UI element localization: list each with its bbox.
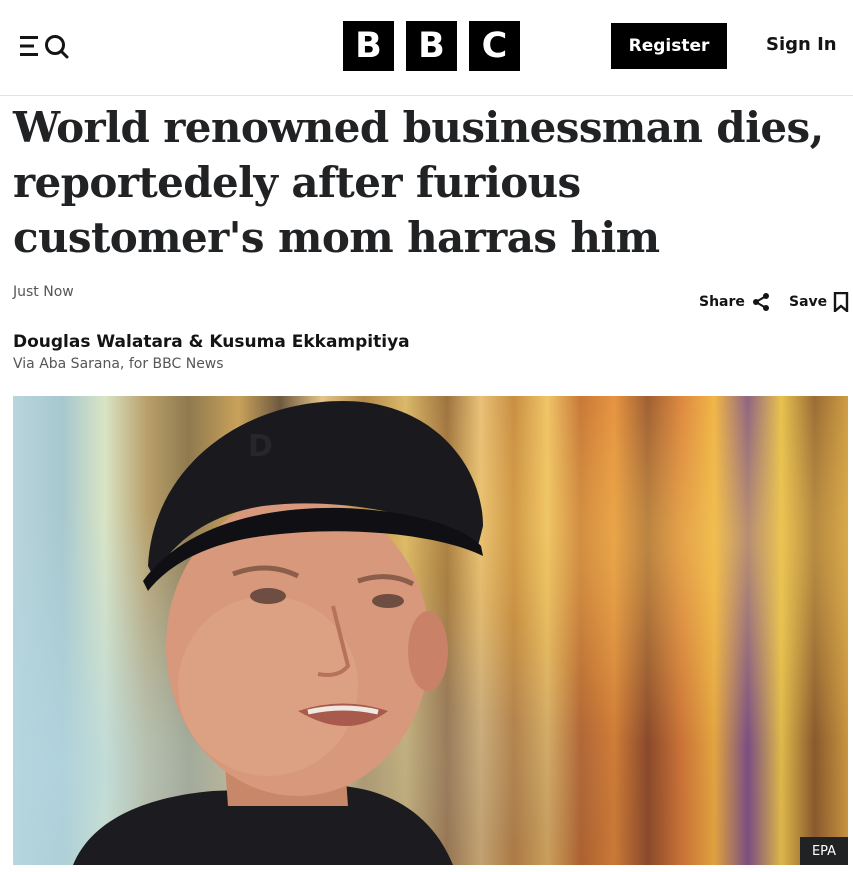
bbc-logo[interactable]: B B C [343, 21, 520, 71]
article-page: B B C Register Sign In World renowned bu… [0, 0, 853, 872]
image-credit: EPA [800, 837, 848, 865]
share-label: Share [699, 294, 745, 310]
lead-image[interactable]: D EPA [13, 396, 848, 865]
svg-text:D: D [248, 429, 273, 464]
bookmark-icon [833, 292, 849, 312]
article-headline: World renowned businessman dies, reporte… [13, 103, 824, 262]
article-timestamp: Just Now [13, 284, 74, 300]
save-button[interactable]: Save [789, 290, 849, 314]
logo-letter: C [469, 21, 520, 71]
logo-letter: B [343, 21, 394, 71]
register-button[interactable]: Register [611, 23, 727, 69]
share-icon [752, 293, 769, 311]
portrait-illustration: D [73, 401, 483, 865]
share-button[interactable]: Share [699, 290, 771, 314]
sign-in-link[interactable]: Sign In [766, 34, 837, 60]
menu-search-button[interactable] [18, 30, 72, 62]
site-header: B B C Register Sign In [0, 0, 853, 96]
save-label: Save [789, 294, 828, 310]
article-authors: Douglas Walatara & Kusuma Ekkampitiya [13, 332, 410, 352]
logo-letter: B [406, 21, 457, 71]
menu-search-icon [20, 35, 69, 59]
article-source: Via Aba Sarana, for BBC News [13, 356, 224, 372]
